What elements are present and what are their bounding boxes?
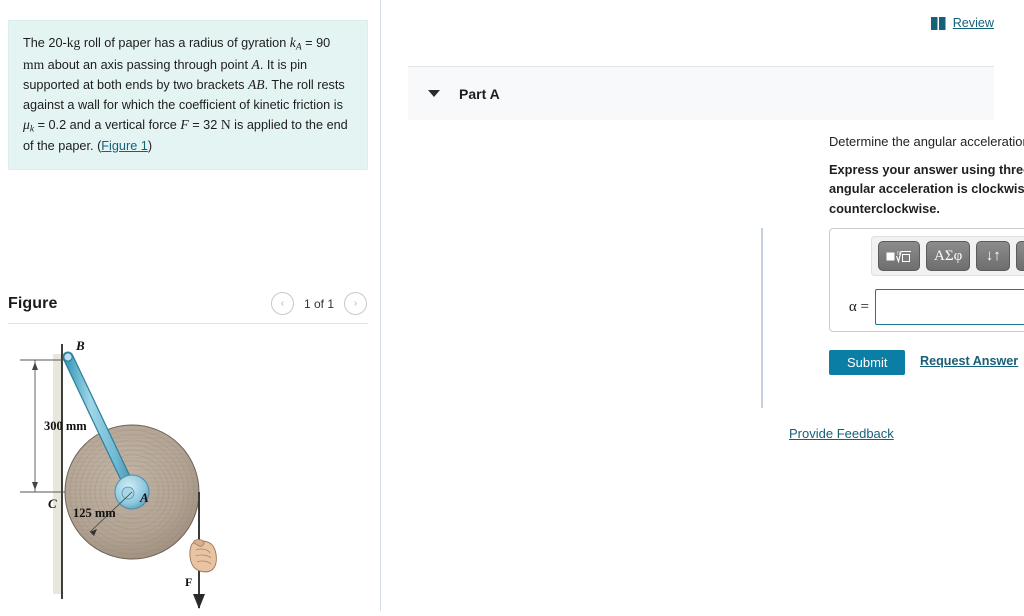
- mu-value: = 0.2 and a vertical force: [34, 118, 181, 133]
- svg-text:125 mm: 125 mm: [73, 506, 116, 520]
- vector-button[interactable]: vec: [1016, 241, 1024, 271]
- problem-text-part3: about an axis passing through point: [44, 57, 252, 72]
- figure-title: Figure: [8, 294, 58, 312]
- submit-button[interactable]: Submit: [829, 350, 906, 375]
- right-panel: Review Part A Determine the angular acce…: [381, 0, 1024, 611]
- figure-counter: 1 of 1: [303, 296, 334, 311]
- svg-text:F: F: [185, 575, 192, 589]
- unit-kg: kg: [66, 35, 81, 50]
- book-icon: [930, 16, 946, 30]
- point-a-label: A: [251, 56, 260, 72]
- provide-feedback-link[interactable]: Provide Feedback: [789, 426, 894, 441]
- chevron-right-icon: ›: [353, 298, 358, 309]
- bracket-ab-label: AB: [248, 77, 265, 93]
- mu-symbol: μ: [23, 117, 30, 133]
- request-answer-link[interactable]: Request Answer: [920, 354, 1018, 368]
- force-value: = 32: [188, 118, 221, 133]
- svg-text:A: A: [139, 490, 149, 505]
- greek-letters-button[interactable]: ΑΣφ: [926, 241, 971, 271]
- answer-row: α = rad/s2: [830, 289, 1024, 325]
- left-panel: The 20-kg roll of paper has a radius of …: [0, 0, 381, 611]
- figure-header: Figure ‹ 1 of 1 ›: [0, 292, 381, 315]
- part-a-label: Part A: [459, 85, 500, 102]
- scrollbar-thumb[interactable]: [761, 228, 763, 408]
- problem-text-part2: roll of paper has a radius of gyration: [80, 36, 287, 50]
- updown-arrows-button[interactable]: ↓↑: [976, 241, 1011, 271]
- math-toolbar: n ΑΣφ ↓↑ vec: [871, 236, 1024, 276]
- problem-text-close: ): [147, 139, 153, 154]
- problem-text-part1: The 20-: [23, 36, 67, 50]
- template-math-button[interactable]: n: [878, 241, 920, 271]
- figure-divider: [8, 323, 368, 324]
- problem-statement: The 20-kg roll of paper has a radius of …: [8, 20, 368, 170]
- svg-text:300 mm: 300 mm: [44, 419, 87, 433]
- figure-navigation: ‹ 1 of 1 ›: [270, 292, 367, 315]
- question-instruction: Express your answer using three signific…: [829, 162, 1024, 216]
- svg-text:B: B: [75, 338, 85, 353]
- chevron-down-icon[interactable]: [428, 90, 440, 97]
- answer-card: n ΑΣφ ↓↑ vec: [829, 228, 1024, 332]
- figure-next-button[interactable]: ›: [344, 292, 367, 315]
- part-a-header[interactable]: Part A: [408, 66, 994, 120]
- figure-image: B A C F 300 mm 125 mm: [0, 332, 381, 611]
- answer-input[interactable]: [875, 289, 1024, 325]
- radius-gyration-value: = 90: [301, 36, 331, 50]
- force-symbol: F: [180, 117, 189, 133]
- review-section[interactable]: Review: [930, 16, 994, 30]
- figure-prev-button[interactable]: ‹: [270, 292, 294, 315]
- chevron-left-icon: ‹: [280, 298, 285, 309]
- answer-variable-label: α =: [848, 298, 869, 315]
- review-link[interactable]: Review: [953, 16, 994, 30]
- unit-newton: N: [220, 117, 231, 133]
- unit-mm: mm: [23, 56, 45, 72]
- svg-text:C: C: [48, 496, 57, 511]
- question-prompt: Determine the angular acceleration of th…: [829, 134, 1024, 149]
- figure-1-link[interactable]: Figure 1: [101, 139, 148, 153]
- mastering-physics-page: The 20-kg roll of paper has a radius of …: [0, 0, 1024, 611]
